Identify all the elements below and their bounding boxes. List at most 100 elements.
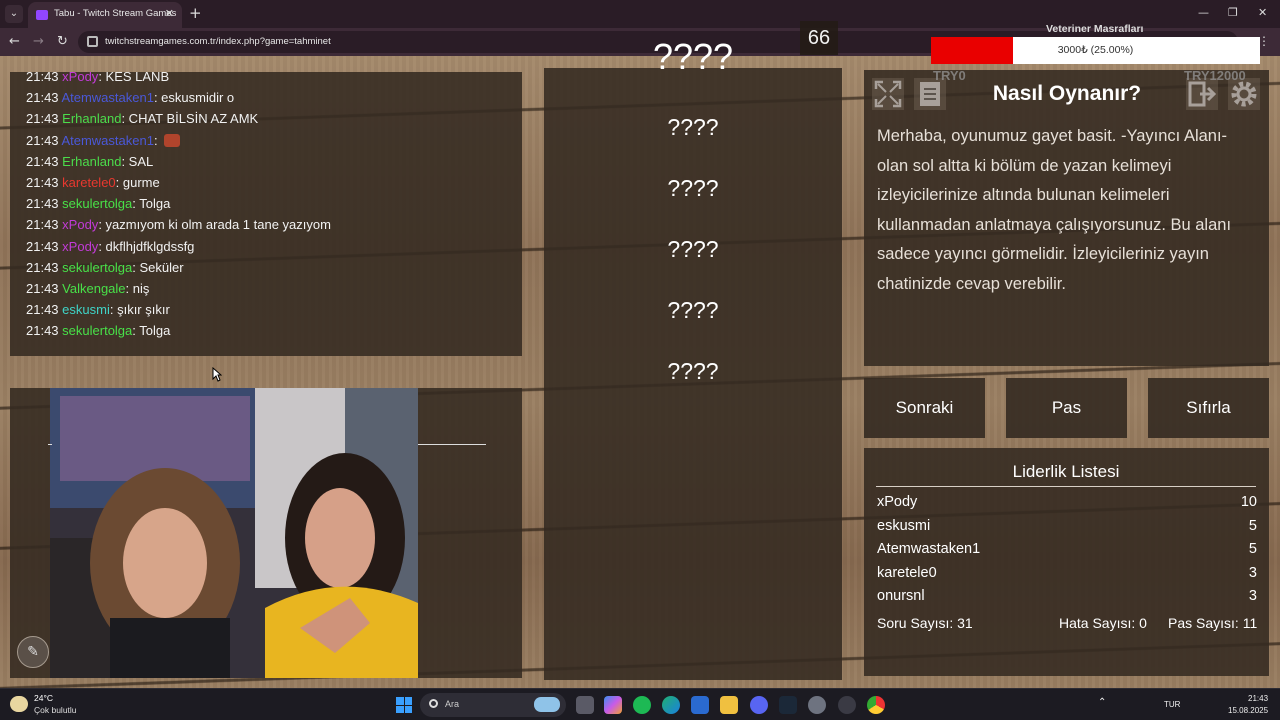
donation-goal-progress: 3000₺ (25.00%) bbox=[1057, 44, 1134, 56]
store-icon[interactable] bbox=[691, 696, 709, 714]
site-info-icon[interactable] bbox=[87, 36, 98, 47]
steam-icon[interactable] bbox=[779, 696, 797, 714]
donation-goal-min: TRY0 bbox=[933, 68, 966, 83]
chat-username[interactable]: xPody bbox=[62, 239, 98, 254]
chat-text: : bbox=[153, 132, 158, 148]
tray-overflow-icon[interactable]: ⌃ bbox=[1098, 697, 1106, 708]
leaderboard-score: 3 bbox=[1248, 564, 1257, 581]
leaderboard-row: Atemwastaken1 5 bbox=[877, 541, 1257, 565]
chat-message: 21:43 karetele0: gurme bbox=[26, 172, 516, 193]
chat-username[interactable]: Erhanland bbox=[62, 154, 121, 169]
forward-icon[interactable]: → bbox=[33, 34, 44, 49]
search-highlight-icon bbox=[534, 697, 560, 712]
webcam-video bbox=[50, 388, 418, 678]
chat-time: 21:43 bbox=[26, 72, 59, 84]
forbidden-word: ???? bbox=[667, 175, 719, 201]
new-tab-icon[interactable]: + bbox=[189, 5, 202, 21]
divider-line bbox=[418, 444, 486, 445]
chat-username[interactable]: xPody bbox=[62, 72, 98, 84]
chat-text: : dkflhjdfklgdssfg bbox=[98, 238, 195, 254]
chat-message: 21:43 sekulertolga: Tolga bbox=[26, 320, 516, 341]
weather-temperature[interactable]: 24°C bbox=[34, 693, 53, 703]
chat-username[interactable]: sekulertolga bbox=[62, 323, 132, 338]
chat-text: : SAL bbox=[121, 153, 154, 169]
pass-button[interactable]: Pas bbox=[1006, 378, 1127, 438]
weather-cloud-icon[interactable] bbox=[10, 696, 28, 712]
leaderboard-score: 5 bbox=[1248, 541, 1257, 558]
chat-time: 21:43 bbox=[26, 132, 59, 148]
taskbar-time[interactable]: 21:43 bbox=[1248, 694, 1268, 703]
copilot-icon[interactable] bbox=[604, 696, 622, 714]
task-view-icon[interactable] bbox=[576, 696, 594, 714]
chat-time: 21:43 bbox=[26, 90, 59, 106]
next-button[interactable]: Sonraki bbox=[864, 378, 985, 438]
discord-icon[interactable] bbox=[750, 696, 768, 714]
fullscreen-icon[interactable] bbox=[872, 78, 904, 110]
leaderboard-name: onursnl bbox=[877, 588, 925, 605]
chat-text: : şıkır şıkır bbox=[109, 302, 170, 318]
keyboard-language[interactable]: TUR bbox=[1164, 700, 1180, 709]
chat-message: 21:43 xPody: KES LANB bbox=[26, 72, 516, 87]
leaderboard-row: karetele0 3 bbox=[877, 565, 1257, 589]
taskbar-search-placeholder: Ara bbox=[445, 699, 460, 709]
chat-list: 21:43 xPody: KES LANB 21:43 Atemwastaken1… bbox=[26, 72, 516, 341]
leaderboard-score: 3 bbox=[1248, 588, 1257, 605]
weather-description[interactable]: Çok bulutlu bbox=[34, 705, 77, 715]
windows-start-icon[interactable] bbox=[396, 697, 412, 713]
chat-username[interactable]: Valkengale bbox=[62, 281, 125, 296]
chat-message: 21:43 Erhanland: SAL bbox=[26, 151, 516, 172]
chat-username[interactable]: karetele0 bbox=[62, 175, 115, 190]
chat-text: : Seküler bbox=[132, 259, 184, 275]
leaderboard-list: xPody 10 eskusmi 5 Atemwastaken1 5 karetele0 3 o… bbox=[877, 494, 1257, 612]
chat-username[interactable]: eskusmi bbox=[62, 302, 110, 317]
pen-tool-icon[interactable]: ✎ bbox=[17, 636, 49, 668]
chat-username[interactable]: Atemwastaken1 bbox=[61, 90, 154, 105]
settings-app-icon[interactable] bbox=[808, 696, 826, 714]
reload-icon[interactable]: ↻ bbox=[57, 34, 68, 49]
tab-search-icon[interactable]: ⌄ bbox=[5, 5, 23, 23]
leaderboard-score: 10 bbox=[1240, 494, 1257, 510]
donation-goal-title: Veteriner Masrafları bbox=[1046, 23, 1144, 35]
close-window-icon[interactable]: ✕ bbox=[1258, 6, 1267, 19]
chat-text: : yazmıyom ki olm arada 1 tane yazıyom bbox=[98, 217, 331, 233]
file-explorer-icon[interactable] bbox=[720, 696, 738, 714]
app-icon[interactable] bbox=[838, 696, 856, 714]
chrome-icon[interactable] bbox=[867, 696, 885, 714]
minimize-icon[interactable]: — bbox=[1198, 6, 1209, 19]
leaderboard-row: onursnl 3 bbox=[877, 588, 1257, 612]
forbidden-word: ???? bbox=[667, 114, 719, 140]
chat-username[interactable]: sekulertolga bbox=[62, 260, 132, 275]
chat-message: 21:43 xPody: dkflhjdfklgdssfg bbox=[26, 236, 516, 257]
edge-icon[interactable] bbox=[662, 696, 680, 714]
chat-time: 21:43 bbox=[26, 280, 59, 296]
chat-time: 21:43 bbox=[26, 174, 59, 190]
chat-panel: 21:43 xPody: KES LANB 21:43 Atemwastaken1… bbox=[10, 72, 522, 356]
chat-username[interactable]: xPody bbox=[62, 217, 98, 232]
pass-count: Pas Sayısı: 11 bbox=[1168, 615, 1258, 631]
chat-username[interactable]: Erhanland bbox=[62, 111, 121, 126]
donation-goal-max: TRY12000 bbox=[1184, 68, 1246, 83]
spotify-icon[interactable] bbox=[633, 696, 651, 714]
taskbar-search[interactable]: Ara bbox=[420, 693, 566, 717]
chat-message: 21:43 sekulertolga: Tolga bbox=[26, 193, 516, 214]
browser-tab[interactable]: Tabu - Twitch Stream Games ✕ bbox=[28, 2, 182, 28]
restore-icon[interactable]: ❐ bbox=[1228, 6, 1238, 19]
tab-close-icon[interactable]: ✕ bbox=[165, 7, 174, 20]
chat-username[interactable]: sekulertolga bbox=[62, 196, 132, 211]
taskbar-date[interactable]: 15.08.2025 bbox=[1228, 706, 1268, 715]
chat-text: : Tolga bbox=[132, 196, 171, 212]
chat-time: 21:43 bbox=[26, 302, 59, 318]
chat-text: : KES LANB bbox=[98, 72, 170, 84]
reset-button[interactable]: Sıfırla bbox=[1148, 378, 1269, 438]
error-count: Hata Sayısı: 0 bbox=[1059, 615, 1147, 631]
url-text[interactable]: twitchstreamgames.com.tr/index.php?game=… bbox=[105, 36, 331, 47]
chat-time: 21:43 bbox=[26, 323, 59, 339]
back-icon[interactable]: ← bbox=[9, 34, 20, 49]
webcam-image bbox=[50, 388, 418, 678]
chat-message: 21:43 Atemwastaken1: eskusmidir o bbox=[26, 87, 516, 108]
forbidden-word: ???? bbox=[667, 297, 719, 323]
donation-goal-bar: 3000₺ (25.00%) bbox=[931, 37, 1260, 64]
chat-username[interactable]: Atemwastaken1 bbox=[61, 133, 154, 148]
forbidden-word: ???? bbox=[667, 358, 719, 384]
search-icon bbox=[429, 699, 438, 708]
